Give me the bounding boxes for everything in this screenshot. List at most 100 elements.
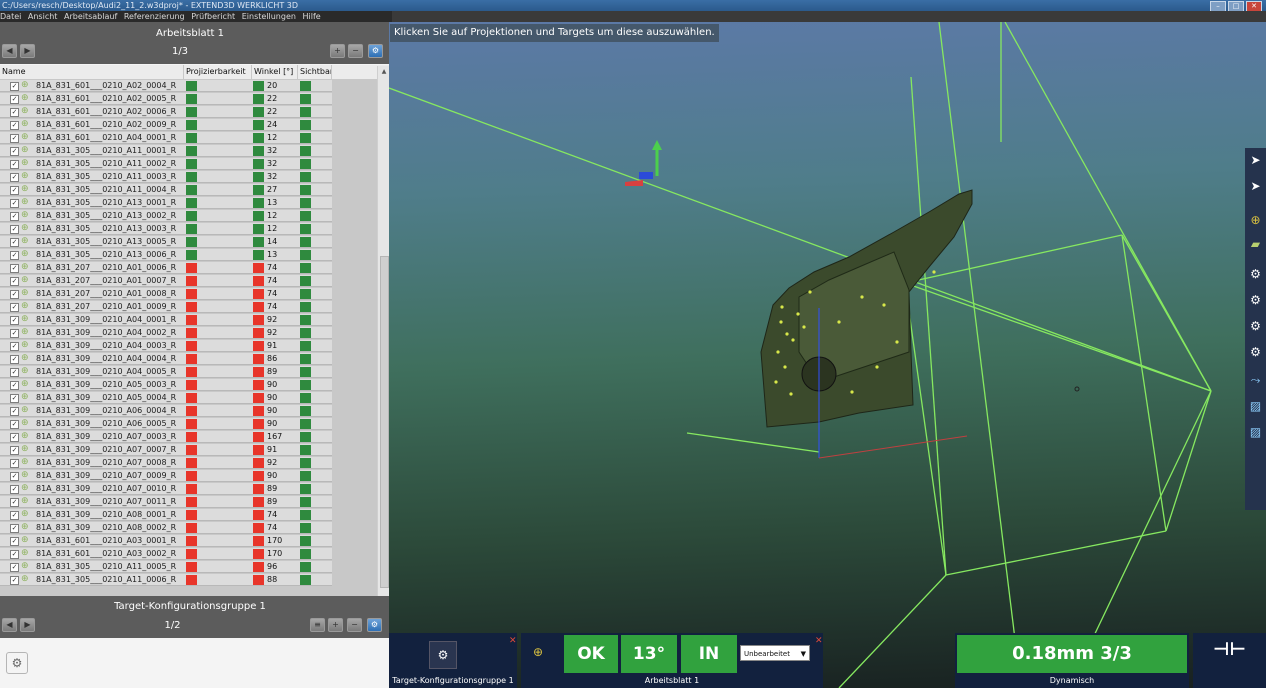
table-row[interactable]: ✓ ⊕ 81A_831_309___0210_A06_0004_R 90 [0, 405, 377, 417]
row-checkbox[interactable]: ✓ [10, 160, 19, 169]
table-row[interactable]: ✓ ⊕ 81A_831_309___0210_A07_0007_R 91 [0, 444, 377, 456]
select-arrow-alt-icon[interactable]: ➤ [1247, 178, 1264, 195]
row-checkbox[interactable]: ✓ [10, 485, 19, 494]
menu-pruefbericht[interactable]: Prüfbericht [191, 12, 235, 21]
table-row[interactable]: ✓ ⊕ 81A_831_309___0210_A07_0009_R 90 [0, 470, 377, 482]
table-row[interactable]: ✓ ⊕ 81A_831_305___0210_A13_0001_R 13 [0, 197, 377, 209]
row-checkbox[interactable]: ✓ [10, 95, 19, 104]
row-checkbox[interactable]: ✓ [10, 537, 19, 546]
row-checkbox[interactable]: ✓ [10, 420, 19, 429]
row-checkbox[interactable]: ✓ [10, 238, 19, 247]
row-checkbox[interactable]: ✓ [10, 264, 19, 273]
list-icon[interactable]: ≡ [310, 618, 325, 632]
row-checkbox[interactable]: ✓ [10, 82, 19, 91]
row-checkbox[interactable]: ✓ [10, 381, 19, 390]
table-row[interactable]: ✓ ⊕ 81A_831_309___0210_A04_0005_R 89 [0, 366, 377, 378]
row-checkbox[interactable]: ✓ [10, 121, 19, 130]
state-dropdown[interactable]: Unbearbeitet ▼ [740, 645, 810, 661]
row-checkbox[interactable]: ✓ [10, 498, 19, 507]
ws-card-close-icon[interactable]: ✕ [815, 636, 823, 646]
row-checkbox[interactable]: ✓ [10, 407, 19, 416]
row-checkbox[interactable]: ✓ [10, 342, 19, 351]
col-winkel[interactable]: Winkel [°] [252, 65, 298, 79]
tg-remove-button[interactable]: − [347, 618, 362, 632]
card-close-icon[interactable]: ✕ [509, 636, 517, 646]
row-checkbox[interactable]: ✓ [10, 212, 19, 221]
col-projizierbarkeit[interactable]: Projizierbarkeit [184, 65, 252, 79]
tg-gear-icon[interactable]: ⚙ [367, 618, 382, 632]
row-checkbox[interactable]: ✓ [10, 225, 19, 234]
row-checkbox[interactable]: ✓ [10, 186, 19, 195]
settings-gear-icon-4[interactable]: ⚙ [1247, 344, 1264, 361]
3d-viewport[interactable] [389, 22, 1266, 688]
table-row[interactable]: ✓ ⊕ 81A_831_309___0210_A06_0005_R 90 [0, 418, 377, 430]
table-row[interactable]: ✓ ⊕ 81A_831_309___0210_A04_0003_R 91 [0, 340, 377, 352]
tg-add-button[interactable]: + [328, 618, 343, 632]
table-row[interactable]: ✓ ⊕ 81A_831_309___0210_A05_0004_R 90 [0, 392, 377, 404]
table-row[interactable]: ✓ ⊕ 81A_831_207___0210_A01_0009_R 74 [0, 301, 377, 313]
table-row[interactable]: ✓ ⊕ 81A_831_305___0210_A11_0001_R 32 [0, 145, 377, 157]
row-checkbox[interactable]: ✓ [10, 550, 19, 559]
table-row[interactable]: ✓ ⊕ 81A_831_305___0210_A13_0006_R 13 [0, 249, 377, 261]
table-row[interactable]: ✓ ⊕ 81A_831_309___0210_A04_0001_R 92 [0, 314, 377, 326]
table-row[interactable]: ✓ ⊕ 81A_831_309___0210_A04_0004_R 86 [0, 353, 377, 365]
table-row[interactable]: ✓ ⊕ 81A_831_305___0210_A13_0003_R 12 [0, 223, 377, 235]
row-checkbox[interactable]: ✓ [10, 303, 19, 312]
table-row[interactable]: ✓ ⊕ 81A_831_601___0210_A03_0002_R 170 [0, 548, 377, 560]
table-row[interactable]: ✓ ⊕ 81A_831_309___0210_A05_0003_R 90 [0, 379, 377, 391]
menu-hilfe[interactable]: Hilfe [303, 12, 321, 21]
measure-icon[interactable]: ⤳ [1247, 372, 1264, 389]
table-row[interactable]: ✓ ⊕ 81A_831_309___0210_A07_0008_R 92 [0, 457, 377, 469]
menu-ansicht[interactable]: Ansicht [28, 12, 58, 21]
table-row[interactable]: ✓ ⊕ 81A_831_207___0210_A01_0006_R 74 [0, 262, 377, 274]
table-row[interactable]: ✓ ⊕ 81A_831_601___0210_A02_0004_R 20 [0, 80, 377, 92]
row-checkbox[interactable]: ✓ [10, 134, 19, 143]
row-checkbox[interactable]: ✓ [10, 251, 19, 260]
menu-referenzierung[interactable]: Referenzierung [124, 12, 185, 21]
row-checkbox[interactable]: ✓ [10, 147, 19, 156]
table-row[interactable]: ✓ ⊕ 81A_831_601___0210_A03_0001_R 170 [0, 535, 377, 547]
table-row[interactable]: ✓ ⊕ 81A_831_309___0210_A08_0002_R 74 [0, 522, 377, 534]
table-row[interactable]: ✓ ⊕ 81A_831_601___0210_A02_0009_R 24 [0, 119, 377, 131]
table-row[interactable]: ✓ ⊕ 81A_831_601___0210_A04_0001_R 12 [0, 132, 377, 144]
row-checkbox[interactable]: ✓ [10, 355, 19, 364]
table-row[interactable]: ✓ ⊕ 81A_831_305___0210_A11_0006_R 88 [0, 574, 377, 586]
plug-icon[interactable]: ⊣⊢ [1193, 639, 1266, 660]
table-row[interactable]: ✓ ⊕ 81A_831_305___0210_A11_0004_R 27 [0, 184, 377, 196]
settings-gear-icon-2[interactable]: ⚙ [1247, 292, 1264, 309]
row-checkbox[interactable]: ✓ [10, 368, 19, 377]
select-arrow-icon[interactable]: ➤ [1247, 152, 1264, 169]
row-checkbox[interactable]: ✓ [10, 524, 19, 533]
table-row[interactable]: ✓ ⊕ 81A_831_305___0210_A11_0005_R 96 [0, 561, 377, 573]
col-sichtbar[interactable]: Sichtbar [298, 65, 332, 79]
row-checkbox[interactable]: ✓ [10, 277, 19, 286]
row-checkbox[interactable]: ✓ [10, 472, 19, 481]
row-checkbox[interactable]: ✓ [10, 511, 19, 520]
row-checkbox[interactable]: ✓ [10, 446, 19, 455]
measurement-card[interactable]: 0.18mm 3/3 Dynamisch [955, 633, 1189, 688]
row-checkbox[interactable]: ✓ [10, 459, 19, 468]
menu-datei[interactable]: Datei [0, 12, 21, 21]
table-row[interactable]: ✓ ⊕ 81A_831_601___0210_A02_0006_R 22 [0, 106, 377, 118]
settings-gear-icon-1[interactable]: ⚙ [1247, 266, 1264, 283]
table-row[interactable]: ✓ ⊕ 81A_831_305___0210_A13_0005_R 14 [0, 236, 377, 248]
row-checkbox[interactable]: ✓ [10, 316, 19, 325]
table-row[interactable]: ✓ ⊕ 81A_831_305___0210_A13_0002_R 12 [0, 210, 377, 222]
connection-card[interactable]: ⊣⊢ [1193, 633, 1266, 688]
mesh-alt-icon[interactable]: ▨ [1247, 424, 1264, 441]
remove-button[interactable]: − [348, 44, 363, 58]
target-group-card[interactable]: ⚙ ✕ Target-Konfigurationsgruppe 1 [389, 633, 517, 688]
table-row[interactable]: ✓ ⊕ 81A_831_309___0210_A07_0003_R 167 [0, 431, 377, 443]
row-checkbox[interactable]: ✓ [10, 563, 19, 572]
row-checkbox[interactable]: ✓ [10, 576, 19, 585]
table-row[interactable]: ✓ ⊕ 81A_831_309___0210_A04_0002_R 92 [0, 327, 377, 339]
add-button[interactable]: + [330, 44, 345, 58]
scroll-up-icon[interactable]: ▲ [380, 68, 388, 75]
row-checkbox[interactable]: ✓ [10, 290, 19, 299]
row-checkbox[interactable]: ✓ [10, 394, 19, 403]
menu-arbeitsablauf[interactable]: Arbeitsablauf [64, 12, 117, 21]
row-checkbox[interactable]: ✓ [10, 199, 19, 208]
col-name[interactable]: Name [0, 65, 184, 79]
gear-icon[interactable]: ⚙ [368, 44, 383, 58]
row-checkbox[interactable]: ✓ [10, 173, 19, 182]
